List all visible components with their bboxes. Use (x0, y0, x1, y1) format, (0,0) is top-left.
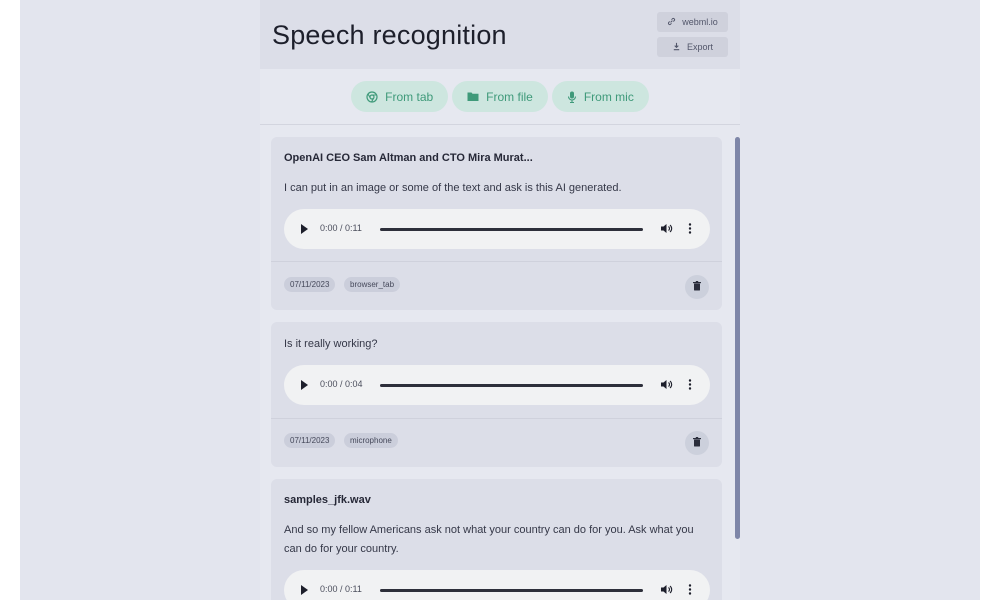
more-options-icon[interactable] (688, 222, 692, 240)
card-title: samples_jfk.wav (284, 494, 371, 506)
volume-icon[interactable] (660, 378, 673, 396)
card-title: OpenAI CEO Sam Altman and CTO Mira Murat… (284, 152, 533, 164)
card-divider (271, 418, 722, 419)
app-container: Speech recognition webml.io Export From … (260, 0, 740, 600)
source-selector: From tab From file From mic (260, 81, 740, 113)
volume-icon[interactable] (660, 583, 673, 600)
transcription-card: Is it really working? 0:00 / 0:04 07/11/… (271, 322, 722, 467)
source-badge: microphone (344, 433, 398, 448)
export-label: Export (686, 42, 713, 52)
transcription-card: samples_jfk.wav And so my fellow America… (271, 479, 722, 600)
more-options-icon[interactable] (688, 378, 692, 396)
date-badge: 07/11/2023 (284, 277, 336, 292)
from-mic-button[interactable]: From mic (551, 81, 649, 112)
export-button[interactable]: Export (657, 37, 728, 57)
divider (260, 124, 740, 125)
from-mic-label: From mic (583, 89, 634, 104)
webml-link-label: webml.io (682, 17, 718, 27)
audio-time: 0:00 / 0:11 (320, 584, 362, 594)
header: Speech recognition webml.io Export (260, 0, 740, 69)
audio-player[interactable]: 0:00 / 0:04 (284, 365, 710, 405)
more-options-icon[interactable] (688, 583, 692, 600)
play-icon[interactable] (301, 224, 308, 234)
card-divider (271, 261, 722, 262)
trash-icon (693, 278, 701, 296)
audio-progress-track[interactable] (380, 384, 643, 387)
from-file-button[interactable]: From file (452, 81, 548, 112)
audio-time: 0:00 / 0:04 (320, 379, 363, 389)
audio-player[interactable]: 0:00 / 0:11 (284, 209, 710, 249)
source-badge: browser_tab (344, 277, 401, 292)
play-icon[interactable] (301, 585, 308, 595)
play-icon[interactable] (301, 380, 308, 390)
page-title: Speech recognition (272, 20, 507, 50)
delete-button[interactable] (685, 275, 709, 299)
from-file-label: From file (486, 89, 533, 104)
audio-progress-track[interactable] (380, 589, 643, 592)
transcription-card: OpenAI CEO Sam Altman and CTO Mira Murat… (271, 137, 722, 310)
audio-time: 0:00 / 0:11 (320, 223, 362, 233)
trash-icon (693, 434, 701, 452)
card-transcript: I can put in an image or some of the tex… (284, 182, 622, 194)
from-tab-button[interactable]: From tab (351, 81, 449, 112)
audio-progress-track[interactable] (380, 228, 643, 231)
webml-link-button[interactable]: webml.io (657, 12, 728, 32)
volume-icon[interactable] (660, 222, 673, 240)
download-icon (672, 42, 681, 53)
card-transcript: Is it really working? (284, 338, 378, 350)
scrollbar[interactable] (735, 137, 740, 539)
folder-icon (467, 91, 479, 102)
card-transcript: And so my fellow Americans ask not what … (284, 524, 694, 555)
audio-player[interactable]: 0:00 / 0:11 (284, 570, 710, 600)
delete-button[interactable] (685, 431, 709, 455)
chrome-icon (366, 90, 378, 103)
link-icon (667, 17, 676, 28)
from-tab-label: From tab (385, 89, 434, 104)
date-badge: 07/11/2023 (284, 433, 336, 448)
microphone-icon (567, 91, 577, 103)
